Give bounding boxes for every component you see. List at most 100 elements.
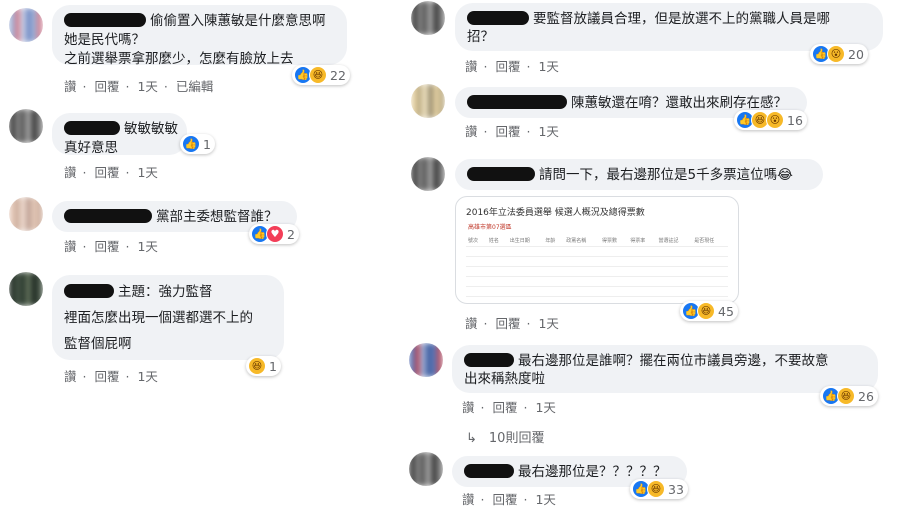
timestamp[interactable]: 1天 [137,79,157,94]
timestamp[interactable]: 1天 [538,124,558,139]
reaction-summary[interactable]: 👍 😮 20 [810,44,868,64]
haha-icon: 😆 [248,357,266,375]
reply-link[interactable]: 回覆 [492,400,517,415]
wow-icon: 😮 [766,111,784,129]
reaction-count: 1 [269,358,277,374]
like-link[interactable]: 讚 [64,239,77,254]
like-link[interactable]: 讚 [462,400,475,415]
like-link[interactable]: 讚 [462,492,475,507]
comment-bubble: 敏敏敏敏 真好意思 [52,113,187,156]
comment-text-line: 出來稱熱度啦 [464,371,545,387]
comment-bubble: 主題：強力監督 裡面怎麼出現一個選都選不上的 監督個屁啊 [52,275,284,360]
more-replies-label: 10則回覆 [488,431,545,446]
comment-actions: 讚 · 回覆 · 1天 [64,369,158,384]
image-title: 2016年立法委員選舉 候選人概況及總得票數 [466,208,645,218]
like-link[interactable]: 讚 [64,369,77,384]
comment-actions: 讚 · 回覆 · 1天 [465,124,559,139]
reply-link[interactable]: 回覆 [94,239,119,254]
comment-text-line: 最右邊那位是？？？？？ [518,464,667,480]
reply-link[interactable]: 回覆 [495,59,520,74]
table-row [466,246,728,257]
avatar[interactable] [9,272,43,306]
view-more-replies[interactable]: ↳ 10則回覆 [466,427,544,446]
table-header: 姓名 [486,235,508,247]
wow-icon: 😮 [827,45,845,63]
reaction-summary[interactable]: 👍 😆 45 [680,301,738,321]
reaction-summary[interactable]: 👍 1 [180,134,215,154]
comment-actions: 讚 · 回覆 · 1天 [465,316,559,331]
avatar[interactable] [411,84,445,118]
table-header: 號次 [466,235,487,247]
redacted-name[interactable] [467,167,535,181]
comment-actions: 讚 · 回覆 · 1天 [462,400,556,415]
redacted-name[interactable] [64,284,114,298]
comment-text-line: 偷偷置入陳蕙敏是什麼意思啊 [150,13,326,29]
edited-label: 已編輯 [175,79,214,94]
reply-link[interactable]: 回覆 [94,79,119,94]
reaction-summary[interactable]: 👍 😆 22 [292,65,350,85]
haha-icon: 😆 [309,66,327,84]
timestamp[interactable]: 1天 [535,400,555,415]
avatar[interactable] [9,197,43,231]
timestamp[interactable]: 1天 [137,165,157,180]
attached-image[interactable]: 2016年立法委員選舉 候選人概況及總得票數 高雄市第07選區 號次 姓名 出生… [455,196,739,304]
reaction-summary[interactable]: 👍 😆 26 [820,386,878,406]
reaction-summary[interactable]: 😆 1 [246,356,281,376]
reply-arrow-icon: ↳ [466,431,477,446]
avatar[interactable] [411,157,445,191]
image-table: 號次 姓名 出生日期 年齡 政黨名稱 得票數 得票率 當選註記 是否現任 [466,235,728,303]
like-link[interactable]: 讚 [64,79,77,94]
like-link[interactable]: 讚 [465,124,478,139]
table-row [466,276,728,287]
timestamp[interactable]: 1天 [538,316,558,331]
reaction-count: 33 [668,481,684,497]
redacted-name[interactable] [64,121,120,135]
reaction-summary[interactable]: 👍 😆 33 [630,479,688,499]
redacted-name[interactable] [467,95,567,109]
like-link[interactable]: 讚 [465,59,478,74]
table-header: 得票數 [599,235,629,247]
comment-bubble: 偷偷置入陳蕙敏是什麼意思啊 她是民代嗎？ 之前選舉票拿那麼少，怎麼有臉放上去 [52,5,347,67]
reaction-count: 22 [330,67,346,83]
comment-text-line: 陳蕙敏還在唷？還敢出來刷存在感？ [571,95,787,111]
comment-bubble: 最右邊那位是誰啊？擺在兩位市議員旁邊，不要故意 出來稱熱度啦 [452,345,878,393]
redacted-name[interactable] [64,13,146,27]
avatar[interactable] [9,8,43,42]
like-link[interactable]: 讚 [64,165,77,180]
comment-text-line: 之前選舉票拿那麼少，怎麼有臉放上去 [64,51,294,67]
timestamp[interactable]: 1天 [538,59,558,74]
table-header: 當選註記 [656,235,693,247]
avatar[interactable] [409,452,443,486]
reply-link[interactable]: 回覆 [495,316,520,331]
comment-text-line: 裡面怎麼出現一個選都選不上的 [64,310,253,326]
haha-icon: 😆 [837,387,855,405]
comment-actions: 讚 · 回覆 · 1天 · 已編輯 [64,79,214,94]
redacted-name[interactable] [464,353,514,367]
redacted-name[interactable] [64,209,152,223]
comment-text-line: 黨部主委想監督誰？ [156,209,278,225]
avatar[interactable] [409,343,443,377]
haha-icon: 😆 [697,302,715,320]
comment-actions: 讚 · 回覆 · 1天 [64,239,158,254]
reply-link[interactable]: 回覆 [492,492,517,507]
reaction-count: 20 [848,46,864,62]
redacted-name[interactable] [464,464,514,478]
comment-bubble: 請問一下，最右邊那位是5千多票這位嗎😂 [455,159,823,190]
avatar[interactable] [9,109,43,143]
comment-actions: 讚 · 回覆 · 1天 [465,59,559,74]
timestamp[interactable]: 1天 [137,369,157,384]
reaction-summary[interactable]: 👍 ♥ 2 [249,224,299,244]
reply-link[interactable]: 回覆 [495,124,520,139]
avatar[interactable] [411,1,445,35]
table-row [466,286,728,297]
reply-link[interactable]: 回覆 [94,369,119,384]
comment-text-line: 她是民代嗎？ [64,32,145,48]
timestamp[interactable]: 1天 [535,492,555,507]
reaction-summary[interactable]: 👍 😆 😮 16 [734,110,807,130]
redacted-name[interactable] [467,11,529,25]
comment-text-line: 最右邊那位是誰啊？擺在兩位市議員旁邊，不要故意 [518,353,829,369]
reply-link[interactable]: 回覆 [94,165,119,180]
timestamp[interactable]: 1天 [137,239,157,254]
like-link[interactable]: 讚 [465,316,478,331]
reaction-count: 1 [203,136,211,152]
